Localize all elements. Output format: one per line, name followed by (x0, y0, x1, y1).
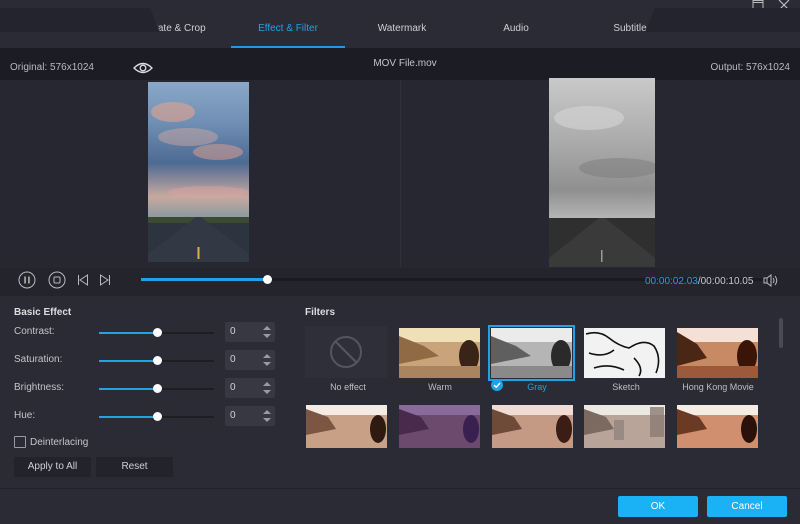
brightness-spinbox[interactable] (225, 378, 275, 398)
slider-fill (99, 416, 157, 418)
saturation-row: Saturation: (14, 350, 284, 372)
basic-effect-title: Basic Effect (14, 307, 72, 318)
output-label-bg (645, 8, 800, 32)
slider-handle[interactable] (152, 328, 162, 337)
filter-hong-kong-movie[interactable] (677, 328, 758, 378)
slider-handle[interactable] (152, 356, 162, 365)
filter-item[interactable] (584, 405, 665, 448)
filter-warm[interactable] (399, 328, 480, 378)
contrast-slider[interactable] (99, 328, 214, 337)
preview-divider (400, 80, 401, 268)
filter-gray[interactable] (488, 325, 575, 381)
apply-to-all-button[interactable]: Apply to All (14, 457, 91, 477)
hue-row: Hue: (14, 406, 284, 428)
tab-effect-filter[interactable]: Effect & Filter (231, 14, 345, 48)
decrement-icon[interactable] (263, 390, 271, 394)
footer-divider (0, 488, 800, 489)
saturation-slider[interactable] (99, 356, 214, 365)
filter-label: Gray (527, 382, 547, 392)
slider-handle[interactable] (152, 384, 162, 393)
slider-handle[interactable] (152, 412, 162, 421)
filters-scrollbar[interactable] (779, 318, 783, 348)
contrast-input[interactable] (230, 326, 258, 337)
filter-no-effect[interactable] (305, 326, 387, 378)
filter-label: Sketch (612, 382, 640, 392)
total-time: /00:00:10.05 (697, 276, 754, 287)
hue-slider[interactable] (99, 412, 214, 421)
tab-bar: Rotate & Crop Effect & Filter Watermark … (117, 14, 687, 48)
progress-handle[interactable] (263, 275, 272, 284)
progress-fill (141, 278, 267, 281)
filter-item[interactable] (306, 405, 387, 448)
output-video-preview (549, 78, 655, 267)
deinterlacing-label: Deinterlacing (30, 437, 89, 448)
tab-audio[interactable]: Audio (459, 14, 573, 48)
volume-icon[interactable] (763, 274, 779, 287)
hue-spinbox[interactable] (225, 406, 275, 426)
ok-button[interactable]: OK (618, 496, 698, 517)
hue-input[interactable] (230, 410, 258, 421)
contrast-row: Contrast: (14, 322, 284, 344)
saturation-spinbox[interactable] (225, 350, 275, 370)
increment-icon[interactable] (263, 354, 271, 358)
stop-icon[interactable] (48, 271, 66, 289)
brightness-slider[interactable] (99, 384, 214, 393)
brightness-row: Brightness: (14, 378, 284, 400)
hue-label: Hue: (14, 410, 36, 421)
tab-watermark[interactable]: Watermark (345, 14, 459, 48)
decrement-icon[interactable] (263, 418, 271, 422)
filters-title: Filters (305, 307, 336, 318)
slider-fill (99, 360, 157, 362)
previous-frame-icon[interactable] (77, 274, 89, 286)
original-video-preview (148, 82, 249, 262)
time-display: 00:00:02.03/00:00:10.05 (645, 276, 753, 287)
filter-item[interactable] (399, 405, 480, 448)
filter-label: Hong Kong Movie (682, 382, 754, 392)
slider-fill (99, 332, 157, 334)
reset-button[interactable]: Reset (96, 457, 173, 477)
current-time: 00:00:02.03 (645, 276, 698, 287)
filter-sketch[interactable] (584, 328, 665, 378)
contrast-label: Contrast: (14, 326, 55, 337)
brightness-input[interactable] (230, 382, 258, 393)
slider-fill (99, 388, 157, 390)
original-label-bg (0, 8, 160, 32)
increment-icon[interactable] (263, 382, 271, 386)
filter-item[interactable] (677, 405, 758, 448)
output-resolution: Output: 576x1024 (710, 62, 790, 73)
filter-label: Warm (428, 382, 452, 392)
no-effect-icon (330, 336, 362, 368)
decrement-icon[interactable] (263, 362, 271, 366)
increment-icon[interactable] (263, 326, 271, 330)
next-frame-icon[interactable] (99, 274, 111, 286)
pause-icon[interactable] (18, 271, 36, 289)
filter-label: No effect (330, 382, 366, 392)
cancel-button[interactable]: Cancel (707, 496, 787, 517)
filter-item[interactable] (492, 405, 573, 448)
decrement-icon[interactable] (263, 334, 271, 338)
file-name: MOV File.mov (373, 58, 437, 69)
saturation-input[interactable] (230, 354, 258, 365)
deinterlacing-checkbox[interactable] (14, 436, 26, 448)
saturation-label: Saturation: (14, 354, 63, 365)
contrast-spinbox[interactable] (225, 322, 275, 342)
brightness-label: Brightness: (14, 382, 65, 393)
increment-icon[interactable] (263, 410, 271, 414)
